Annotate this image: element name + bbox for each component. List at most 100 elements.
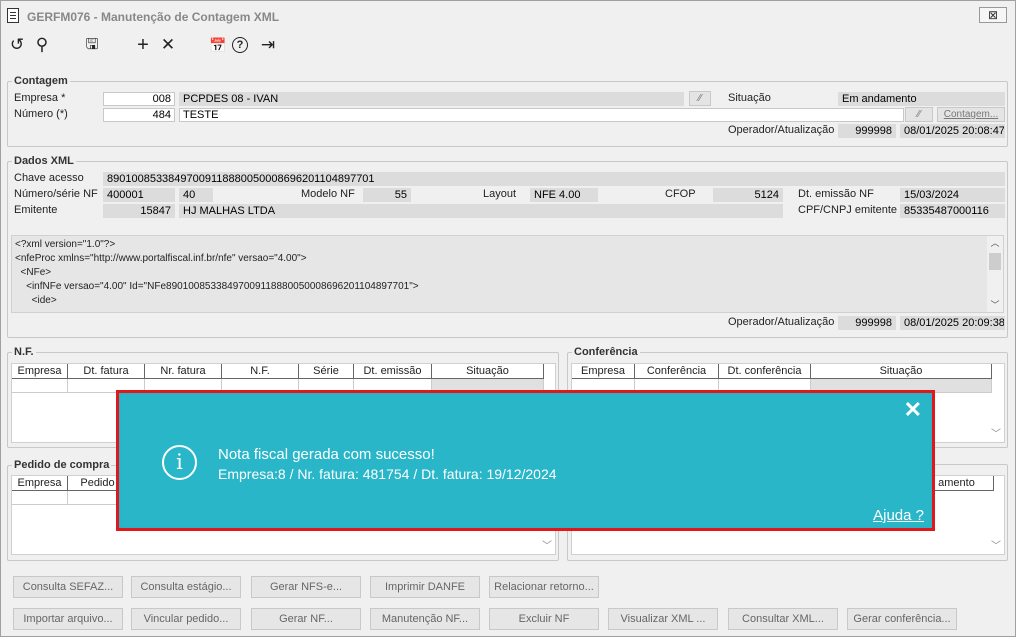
consulta-sefaz-button[interactable]: Consulta SEFAZ... <box>13 576 123 598</box>
numero-nf-field: 400001 <box>103 188 175 202</box>
operador-field: 999998 <box>838 124 896 138</box>
visualizar-xml-button[interactable]: Visualizar XML ... <box>608 608 718 630</box>
emitente-name-field: HJ MALHAS LTDA <box>179 204 783 218</box>
layout-field: NFE 4.00 <box>530 188 598 202</box>
add-icon[interactable]: + <box>132 34 154 56</box>
xml-line: <ide> <box>15 295 57 306</box>
conf-col-header[interactable]: Dt. conferência <box>719 364 811 379</box>
info-icon: i <box>162 445 197 480</box>
xml-operador-field: 999998 <box>838 316 896 330</box>
nf-col-header[interactable]: Nr. fatura <box>145 364 222 379</box>
cfop-field: 5124 <box>713 188 783 202</box>
main-window: GERFM076 - Manutenção de Contagem XML ⊠ … <box>0 0 1016 637</box>
imprimir-danfe-button[interactable]: Imprimir DANFE <box>370 576 480 598</box>
conferencia-table-header: Empresa Conferência Dt. conferência Situ… <box>572 364 992 379</box>
nf-legend: N.F. <box>14 346 34 358</box>
nf-col-header[interactable]: N.F. <box>222 364 299 379</box>
contagem-legend: Contagem <box>14 75 68 87</box>
serie-field: 40 <box>179 188 213 202</box>
emitente-label: Emitente <box>14 204 58 216</box>
scroll-up-icon[interactable]: ︿ <box>987 236 1003 250</box>
numero-desc-input[interactable]: TESTE <box>179 108 904 122</box>
chave-field: 8901008533849700911888005000869620110489… <box>103 172 1005 186</box>
operador-date-field: 08/01/2025 20:08:47 <box>900 124 1005 138</box>
scroll-down-icon[interactable]: ﹀ <box>542 537 552 552</box>
notification-title: Nota fiscal gerada com sucesso! <box>218 446 435 463</box>
gerar-nf-button[interactable]: Gerar NF... <box>251 608 361 630</box>
cpf-field: 85335487000116 <box>900 204 1005 218</box>
empresa-code-input[interactable]: 008 <box>103 92 175 106</box>
scroll-down-icon[interactable]: ﹀ <box>987 298 1003 312</box>
contagem-lookup-button[interactable]: ⁄⁄ <box>905 107 933 122</box>
numero-input[interactable]: 484 <box>103 108 175 122</box>
calendar-icon[interactable]: 📅 <box>207 34 229 56</box>
xml-operador-date-field: 08/01/2025 20:09:38 <box>900 316 1005 330</box>
xml-line: <?xml version="1.0"?> <box>15 239 116 250</box>
xml-scrollbar[interactable]: ︿ ﹀ <box>987 236 1003 312</box>
scroll-down-icon[interactable]: ﹀ <box>991 425 1001 440</box>
window-title: GERFM076 - Manutenção de Contagem XML <box>27 10 280 24</box>
nf-col-header[interactable]: Situação <box>432 364 544 379</box>
nf-col-header[interactable]: Dt. emissão <box>354 364 432 379</box>
xml-content-area[interactable]: <?xml version="1.0"?> <nfeProc xmlns="ht… <box>11 235 1004 313</box>
conf-col-header[interactable]: Conferência <box>635 364 719 379</box>
help-icon[interactable]: ? <box>232 37 248 53</box>
xml-line: <nfeProc xmlns="http://www.portalfiscal.… <box>15 253 307 264</box>
modelo-field: 55 <box>363 188 411 202</box>
contagem-button[interactable]: Contagem... <box>937 107 1005 122</box>
importar-arquivo-button[interactable]: Importar arquivo... <box>13 608 123 630</box>
nf-col-header[interactable]: Série <box>299 364 354 379</box>
cfop-label: CFOP <box>665 188 696 200</box>
close-button[interactable]: ⊠ <box>979 7 1007 23</box>
notification-body: ✕ i Nota fiscal gerada com sucesso! Empr… <box>121 395 930 526</box>
chave-label: Chave acesso <box>14 172 84 184</box>
manutencao-nf-button[interactable]: Manutenção NF... <box>370 608 480 630</box>
vincular-pedido-button[interactable]: Vincular pedido... <box>131 608 241 630</box>
consulta-estagio-button[interactable]: Consulta estágio... <box>131 576 241 598</box>
pedido-legend: Pedido de compra <box>14 459 110 471</box>
scroll-thumb[interactable] <box>989 253 1001 270</box>
conf-col-header[interactable]: Empresa <box>572 364 635 379</box>
gerar-conferencia-button[interactable]: Gerar conferência... <box>847 608 957 630</box>
layout-label: Layout <box>483 188 517 200</box>
exit-icon[interactable]: ⇥ <box>257 34 279 56</box>
help-link[interactable]: Ajuda ? <box>873 507 924 524</box>
numero-serie-label: Número/série NF <box>14 188 98 200</box>
document-icon <box>7 8 19 23</box>
consultar-xml-button[interactable]: Consultar XML... <box>728 608 838 630</box>
xml-line: <infNFe versao="4.00" Id="NFe89010085338… <box>15 281 419 292</box>
situacao-label: Situação <box>728 92 771 104</box>
empresa-lookup-button[interactable]: ⁄⁄ <box>689 91 711 106</box>
conferencia-legend: Conferência <box>574 346 638 358</box>
delete-icon[interactable]: ✕ <box>157 34 179 56</box>
modelo-label: Modelo NF <box>301 188 355 200</box>
pedido-col-header[interactable]: Empresa <box>12 476 68 491</box>
empresa-label: Empresa * <box>14 92 66 104</box>
dados-xml-legend: Dados XML <box>14 155 74 167</box>
nf-col-header[interactable]: Dt. fatura <box>68 364 145 379</box>
dt-emissao-field: 15/03/2024 <box>900 188 1005 202</box>
notification-message: Empresa:8 / Nr. fatura: 481754 / Dt. fat… <box>218 466 557 482</box>
scroll-down-icon[interactable]: ﹀ <box>991 537 1001 552</box>
toolbar: ↺ ⚲ 🖫 + ✕ 📅 ? ⇥ <box>1 32 301 60</box>
success-notification: ✕ i Nota fiscal gerada com sucesso! Empr… <box>116 390 935 531</box>
close-icon[interactable]: ✕ <box>904 399 922 421</box>
search-icon[interactable]: ⚲ <box>31 34 53 56</box>
operador-label: Operador/Atualização <box>728 124 835 136</box>
xml-line: <NFe> <box>15 267 52 278</box>
save-icon[interactable]: 🖫 <box>81 34 103 56</box>
relacionar-retorno-button[interactable]: Relacionar retorno... <box>489 576 599 598</box>
table-row[interactable] <box>12 491 128 505</box>
situacao-field: Em andamento <box>838 92 1005 106</box>
cpf-label: CPF/CNPJ emitente <box>798 204 898 216</box>
nf-col-header[interactable]: Empresa <box>12 364 68 379</box>
undo-icon[interactable]: ↺ <box>6 34 28 56</box>
excluir-nf-button[interactable]: Excluir NF <box>489 608 599 630</box>
xml-operador-label: Operador/Atualização <box>728 316 835 328</box>
gerar-nfse-button[interactable]: Gerar NFS-e... <box>251 576 361 598</box>
emitente-code-field: 15847 <box>103 204 175 218</box>
pedido-table-header: Empresa Pedido <box>12 476 128 491</box>
title-bar: GERFM076 - Manutenção de Contagem XML ⊠ <box>1 1 1015 31</box>
empresa-name-field: PCPDES 08 - IVAN <box>179 92 684 106</box>
conf-col-header[interactable]: Situação <box>811 364 992 379</box>
